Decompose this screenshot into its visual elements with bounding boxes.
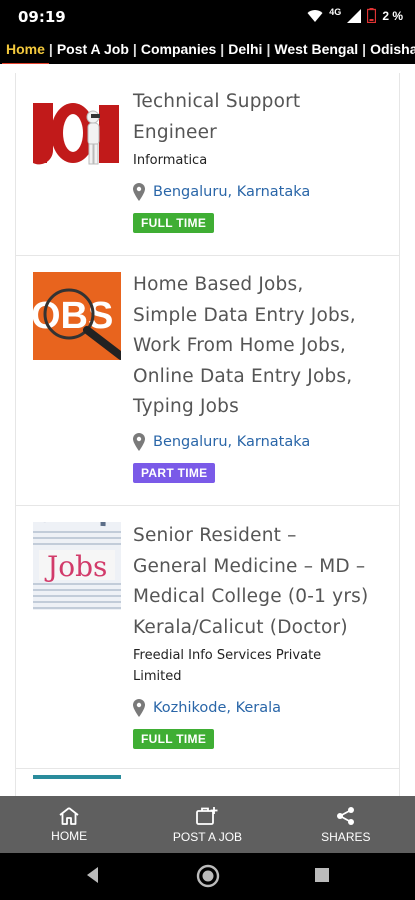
company-name: Freedial Info Services Private Limited xyxy=(133,645,385,687)
job-title[interactable]: Senior Resident – General Medicine – MD … xyxy=(133,521,385,643)
job-info: Home Based Jobs, Simple Data Entry Jobs,… xyxy=(133,270,385,483)
next-card-thumbnail-edge xyxy=(33,775,121,779)
job-title-line: Online Data Entry Jobs, xyxy=(133,365,353,387)
job-title-line: Work From Home Jobs, xyxy=(133,335,346,356)
job-card[interactable]: Technical Support Engineer Informatica B… xyxy=(16,73,399,256)
tab-west-bengal[interactable]: West Bengal xyxy=(270,37,362,61)
wifi-icon xyxy=(307,9,323,22)
tab-odisha[interactable]: Odisha xyxy=(366,37,415,61)
job-title-line: Technical Support xyxy=(133,91,301,112)
briefcase-add-icon xyxy=(196,806,218,825)
job-title[interactable]: Home Based Jobs, Simple Data Entry Jobs,… xyxy=(133,270,385,423)
location-pin-icon xyxy=(133,183,145,201)
tab-delhi[interactable]: Delhi xyxy=(224,37,266,61)
battery-level: 2 % xyxy=(382,8,403,23)
job-location[interactable]: Bengaluru, Karnataka xyxy=(133,431,385,453)
nav-post-a-job-label: POST A JOB xyxy=(172,829,243,844)
job-title-line: Simple Data Entry Jobs, xyxy=(133,304,356,326)
job-location[interactable]: Bengaluru, Karnataka xyxy=(133,181,385,203)
job-card-partial[interactable] xyxy=(16,769,399,796)
job-title-line: Senior Resident – xyxy=(133,525,297,546)
category-tab-bar: Home | Post A Job | Companies | Delhi | … xyxy=(0,34,415,64)
location-text: Bengaluru, Karnataka xyxy=(153,184,311,200)
job-title-line: Medical College (0-1 yrs) xyxy=(133,586,369,607)
home-circle-icon[interactable] xyxy=(196,864,220,888)
job-title-line: Home Based Jobs, xyxy=(133,274,304,295)
signal-icon xyxy=(347,8,362,23)
job-thumbnail[interactable]: OBS xyxy=(33,272,121,360)
job-feed: Technical Support Engineer Informatica B… xyxy=(15,73,400,796)
company-name: Informatica xyxy=(133,153,208,168)
job-title[interactable]: Technical Support Engineer xyxy=(133,87,385,148)
status-bar: 09:19 4G 2 % xyxy=(0,0,415,34)
network-type: 4G xyxy=(329,6,342,17)
job-type-badge: FULL TIME xyxy=(133,213,215,233)
nav-shares[interactable]: SHARES xyxy=(277,796,415,853)
battery-icon xyxy=(367,8,377,23)
status-time: 09:19 xyxy=(18,8,66,26)
tab-post-a-job[interactable]: Post A Job xyxy=(53,37,133,61)
system-navigation-bar xyxy=(0,853,415,900)
job-thumbnail[interactable]: Jobs xyxy=(33,522,121,610)
job-title-line: General Medicine – MD – xyxy=(133,555,366,577)
recents-icon[interactable] xyxy=(314,867,330,883)
job-info: Senior Resident – General Medicine – MD … xyxy=(133,521,385,749)
location-text: Bengaluru, Karnataka xyxy=(153,433,311,450)
job-location[interactable]: Kozhikode, Kerala xyxy=(133,697,385,719)
tab-home[interactable]: Home xyxy=(0,37,49,64)
tab-companies[interactable]: Companies xyxy=(137,37,220,61)
job-type-badge: FULL TIME xyxy=(133,729,215,749)
company-name-line: Freedial Info Services Private xyxy=(133,648,322,663)
nav-home-label: HOME xyxy=(51,828,88,843)
location-pin-icon xyxy=(133,699,145,717)
home-icon xyxy=(59,806,79,825)
bottom-navigation: HOME POST A JOB SHARES xyxy=(0,796,415,853)
job-title-line: Kerala/Calicut (Doctor) xyxy=(133,616,348,638)
job-type-badge: PART TIME xyxy=(133,462,216,483)
company-name-line: Limited xyxy=(133,669,182,684)
nav-home[interactable]: HOME xyxy=(0,796,138,853)
job-info: Technical Support Engineer Informatica B… xyxy=(133,87,385,233)
back-icon[interactable] xyxy=(84,865,100,885)
job-card[interactable]: OBS Home Based Jobs, Simple Data Entry J… xyxy=(16,256,399,506)
share-icon xyxy=(336,806,354,825)
thumbnail-text: Jobs xyxy=(44,550,107,583)
job-thumbnail[interactable] xyxy=(33,91,121,179)
jobs-magnifier-image-icon: OBS xyxy=(33,272,121,360)
location-text: Kozhikode, Kerala xyxy=(153,700,282,716)
job-title-line: Engineer xyxy=(133,121,217,143)
nav-post-a-job[interactable]: POST A JOB xyxy=(138,796,276,853)
job-title-line: Typing Jobs xyxy=(133,396,239,417)
nav-shares-label: SHARES xyxy=(321,829,371,844)
jobs-newspaper-image-icon: Jobs xyxy=(33,522,121,610)
location-pin-icon xyxy=(133,432,145,451)
job-image-icon xyxy=(33,91,121,179)
status-icons: 4G 2 % xyxy=(307,6,403,23)
job-card[interactable]: Jobs Senior Resident – General Medicine … xyxy=(16,506,399,769)
